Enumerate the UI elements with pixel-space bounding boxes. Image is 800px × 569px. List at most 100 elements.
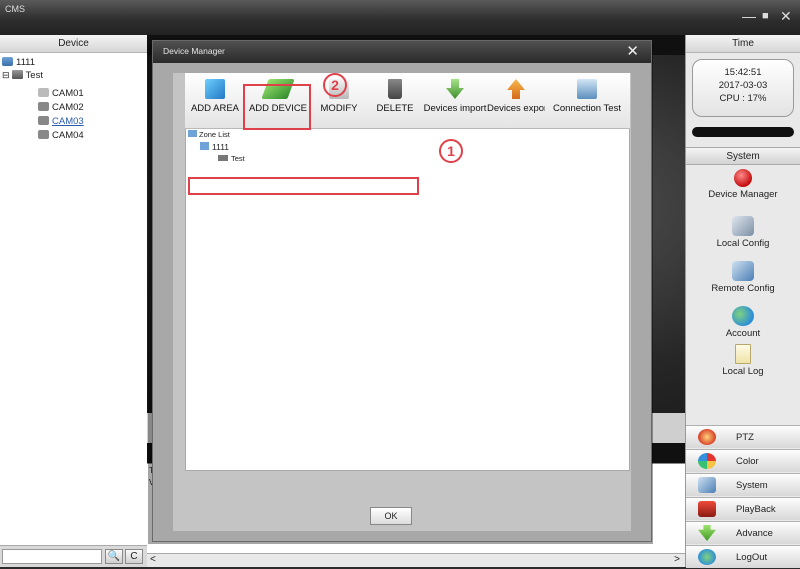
tree-item-label: CAM01 [52,88,84,99]
scroll-left-icon[interactable]: < [150,554,156,565]
tree-item-label: CAM04 [52,130,84,141]
playback-icon [698,501,716,517]
dvr-icon [218,155,228,161]
system-label: System [736,480,768,491]
local-config-item[interactable]: Local Config [686,216,800,249]
tree-root[interactable]: Zone List [188,130,230,139]
system-icon [698,477,716,493]
app-title: CMS [5,4,25,14]
tree-item-label: Test [25,70,43,81]
remote-config-item[interactable]: Remote Config [686,261,800,294]
color-button[interactable]: Color [686,449,800,472]
color-icon [698,453,716,469]
tree-item-device[interactable]: ⊟ Test [2,69,43,82]
remote-config-icon [732,261,754,281]
advance-button[interactable]: Advance [686,521,800,544]
close-button[interactable]: ✕ [780,9,792,23]
tree-item-zone[interactable]: 1111 [2,56,35,69]
device-panel-header: Device [0,35,147,53]
clock-display: 15:42:51 2017-03-03 CPU : 17% [692,59,794,117]
advance-label: Advance [736,528,773,539]
account-item[interactable]: Account [686,306,800,339]
device-manager-dialog: Device Manager ✕ ADD AREA ADD DEVICE MOD… [152,40,652,542]
time-header: Time [686,35,800,53]
devices-export-button[interactable]: Devices export [487,79,545,114]
zone-list-icon [188,130,197,137]
system-button[interactable]: System [686,473,800,496]
status-bar [692,127,794,137]
add-area-icon [205,79,225,99]
annotation-1: 1 [439,139,463,163]
tree-item-camera[interactable]: CAM03 [38,115,84,128]
search-icon[interactable]: 🔍 [105,549,123,564]
ok-button[interactable]: OK [370,507,412,525]
tree-root-label: Zone List [199,130,230,139]
local-log-item[interactable]: Local Log [686,344,800,377]
window-title-bar: CMS — ■ ✕ [0,0,800,35]
logout-label: LogOut [736,552,768,563]
minimize-button[interactable]: — [742,9,756,23]
connection-test-button[interactable]: Connection Test [547,79,627,114]
local-log-icon [735,344,751,364]
connection-test-label: Connection Test [553,103,621,114]
horizontal-scrollbar[interactable]: < > [147,553,685,567]
remote-config-label: Remote Config [711,283,775,294]
dialog-body: ADD AREA ADD DEVICE MODIFY DELETE Device… [173,73,631,531]
tree-item-label: CAM02 [52,102,84,113]
local-log-label: Local Log [722,366,764,377]
devices-export-label: Devices export [487,103,545,114]
tree-item-camera[interactable]: CAM04 [38,129,84,142]
ptz-label: PTZ [736,432,754,443]
local-config-icon [732,216,754,236]
tree-item-camera[interactable]: CAM01 [38,87,84,100]
account-label: Account [725,328,761,339]
local-config-label: Local Config [716,238,770,249]
system-panel: Time 15:42:51 2017-03-03 CPU : 17% Syste… [685,35,800,568]
expander-icon[interactable]: ⊟ [2,70,10,80]
logout-button[interactable]: LogOut [686,545,800,568]
camera-icon [38,88,49,97]
highlight-box-add-device [243,84,311,130]
device-panel: Device 1111 ⊟ Test CAM01 CAM02 CAM03 CAM0… [0,35,147,567]
logout-icon [698,549,716,565]
refresh-icon[interactable]: C [125,549,143,564]
ptz-icon [698,429,716,445]
zone-icon [200,142,209,150]
device-manager-icon [734,169,752,187]
ptz-button[interactable]: PTZ [686,425,800,448]
devices-import-button[interactable]: Devices import [423,79,487,114]
tree-zone-label: 1111 [212,142,230,152]
camera-icon [38,130,49,139]
modify-label: MODIFY [320,103,358,114]
cpu-usage: CPU : 17% [719,93,767,104]
account-icon [732,306,754,326]
dialog-title-bar: Device Manager ✕ [153,41,651,63]
clock-time: 15:42:51 [724,67,762,78]
tree-device-item[interactable]: Test [218,154,245,163]
delete-label: DELETE [376,103,414,114]
highlight-box-zone [188,177,419,195]
system-header: System [686,147,800,165]
scroll-right-icon[interactable]: > [674,554,680,565]
delete-button[interactable]: DELETE [371,79,419,114]
device-manager-label: Device Manager [708,189,778,200]
camera-icon [38,116,49,125]
maximize-button[interactable]: ■ [762,9,769,23]
computer-icon [577,79,597,99]
dvr-icon [11,70,23,79]
device-search-input[interactable] [2,549,102,564]
camera-icon [38,102,49,111]
clock-date: 2017-03-03 [718,80,768,91]
tree-device-label: Test [231,154,245,163]
playback-button[interactable]: PlayBack [686,497,800,520]
tree-zone-item[interactable]: 1111 [200,142,229,152]
device-manager-item[interactable]: Device Manager [686,169,800,200]
add-area-label: ADD AREA [190,103,240,114]
tree-item-camera[interactable]: CAM02 [38,101,84,114]
playback-label: PlayBack [736,504,776,515]
add-area-button[interactable]: ADD AREA [187,79,243,114]
device-search-bar: 🔍 C [0,545,147,567]
tree-item-label: 1111 [16,57,36,68]
trash-icon [388,79,402,99]
dialog-close-icon[interactable]: ✕ [626,44,639,59]
